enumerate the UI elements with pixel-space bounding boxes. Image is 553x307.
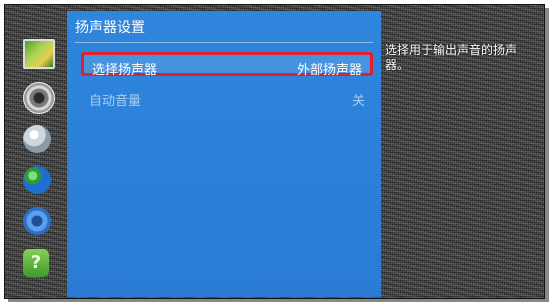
title-divider bbox=[75, 42, 373, 43]
frame-shadow-bottom bbox=[8, 299, 549, 302]
system-gear-icon[interactable] bbox=[23, 207, 51, 235]
menu-item-value: 关 bbox=[351, 94, 365, 109]
network-globe-icon[interactable] bbox=[23, 166, 51, 194]
menu-item-value: 外部扬声器 bbox=[296, 63, 362, 78]
frame-shadow-right bbox=[545, 8, 549, 301]
tv-screen: ? 扬声器设置 选择扬声器 外部扬声器 自动音量 关 选择用于输出声音的扬声器。 bbox=[4, 4, 545, 299]
support-icon[interactable]: ? bbox=[23, 249, 49, 277]
menu-item-select-speaker[interactable]: 选择扬声器 外部扬声器 bbox=[81, 52, 373, 78]
help-text: 选择用于输出声音的扬声器。 bbox=[385, 43, 518, 72]
menu-item-auto-volume[interactable]: 自动音量 关 bbox=[81, 87, 373, 111]
menu-item-label: 选择扬声器 bbox=[92, 63, 158, 78]
sound-icon[interactable] bbox=[23, 82, 55, 114]
menu-item-label: 自动音量 bbox=[89, 94, 142, 109]
page-title: 扬声器设置 bbox=[75, 20, 145, 36]
broadcast-icon[interactable] bbox=[23, 125, 51, 153]
speaker-settings-panel: 扬声器设置 选择扬声器 外部扬声器 自动音量 关 bbox=[67, 11, 381, 297]
picture-icon[interactable] bbox=[23, 39, 55, 69]
